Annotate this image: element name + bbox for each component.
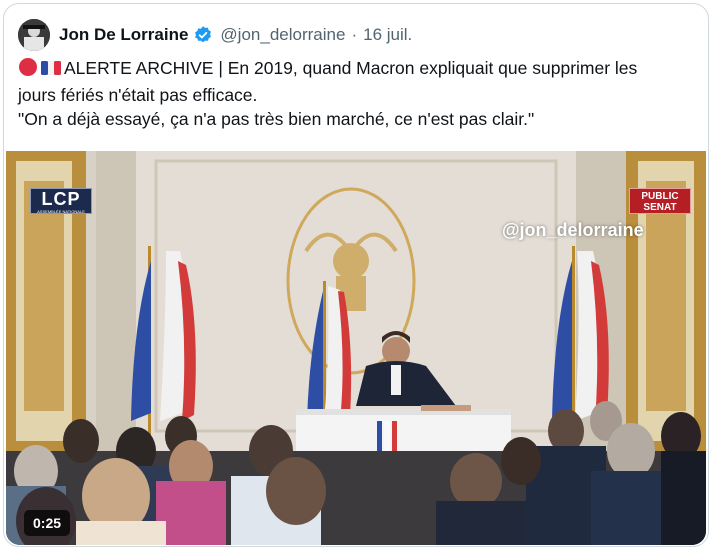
public-senat-logo: PUBLIC SENAT bbox=[629, 188, 691, 214]
tweet-text: ALERTE ARCHIVE | En 2019, quand Macron e… bbox=[18, 56, 698, 131]
verified-badge-icon bbox=[193, 25, 213, 45]
tweet-text-line-2: jours fériés n'était pas efficace. bbox=[18, 85, 258, 105]
tweet-text-content-1: ALERTE ARCHIVE | En 2019, quand Macron e… bbox=[64, 58, 638, 78]
tweet-date[interactable]: 16 juil. bbox=[363, 25, 412, 45]
video-player[interactable] bbox=[6, 151, 706, 545]
lcp-logo-text: LCP bbox=[41, 189, 81, 209]
author-name[interactable]: Jon De Lorraine bbox=[59, 25, 188, 45]
separator-dot: · bbox=[351, 25, 358, 44]
public-senat-line1: PUBLIC bbox=[641, 191, 679, 202]
red-circle-icon bbox=[18, 57, 38, 83]
tweet-card[interactable]: Jon De Lorraine @jon_delorraine · 16 jui… bbox=[3, 3, 709, 547]
avatar[interactable] bbox=[18, 19, 50, 51]
video-watermark: @jon_delorraine bbox=[502, 220, 644, 240]
lcp-logo-subtext: ASSEMBLÉE NATIONALE bbox=[37, 209, 85, 214]
video-frame bbox=[6, 151, 706, 545]
author-handle[interactable]: @jon_delorraine bbox=[220, 25, 345, 45]
tweet-text-line-3: "On a déjà essayé, ça n'a pas très bien … bbox=[18, 109, 535, 129]
lcp-logo: LCP ASSEMBLÉE NATIONALE bbox=[30, 188, 92, 214]
tweet-text-line-1: ALERTE ARCHIVE | En 2019, quand Macron e… bbox=[18, 56, 698, 83]
france-flag-icon bbox=[40, 59, 62, 83]
tweet-header: Jon De Lorraine @jon_delorraine · 16 jui… bbox=[18, 18, 412, 52]
public-senat-line2: SENAT bbox=[643, 202, 677, 213]
video-duration-badge: 0:25 bbox=[24, 510, 71, 536]
